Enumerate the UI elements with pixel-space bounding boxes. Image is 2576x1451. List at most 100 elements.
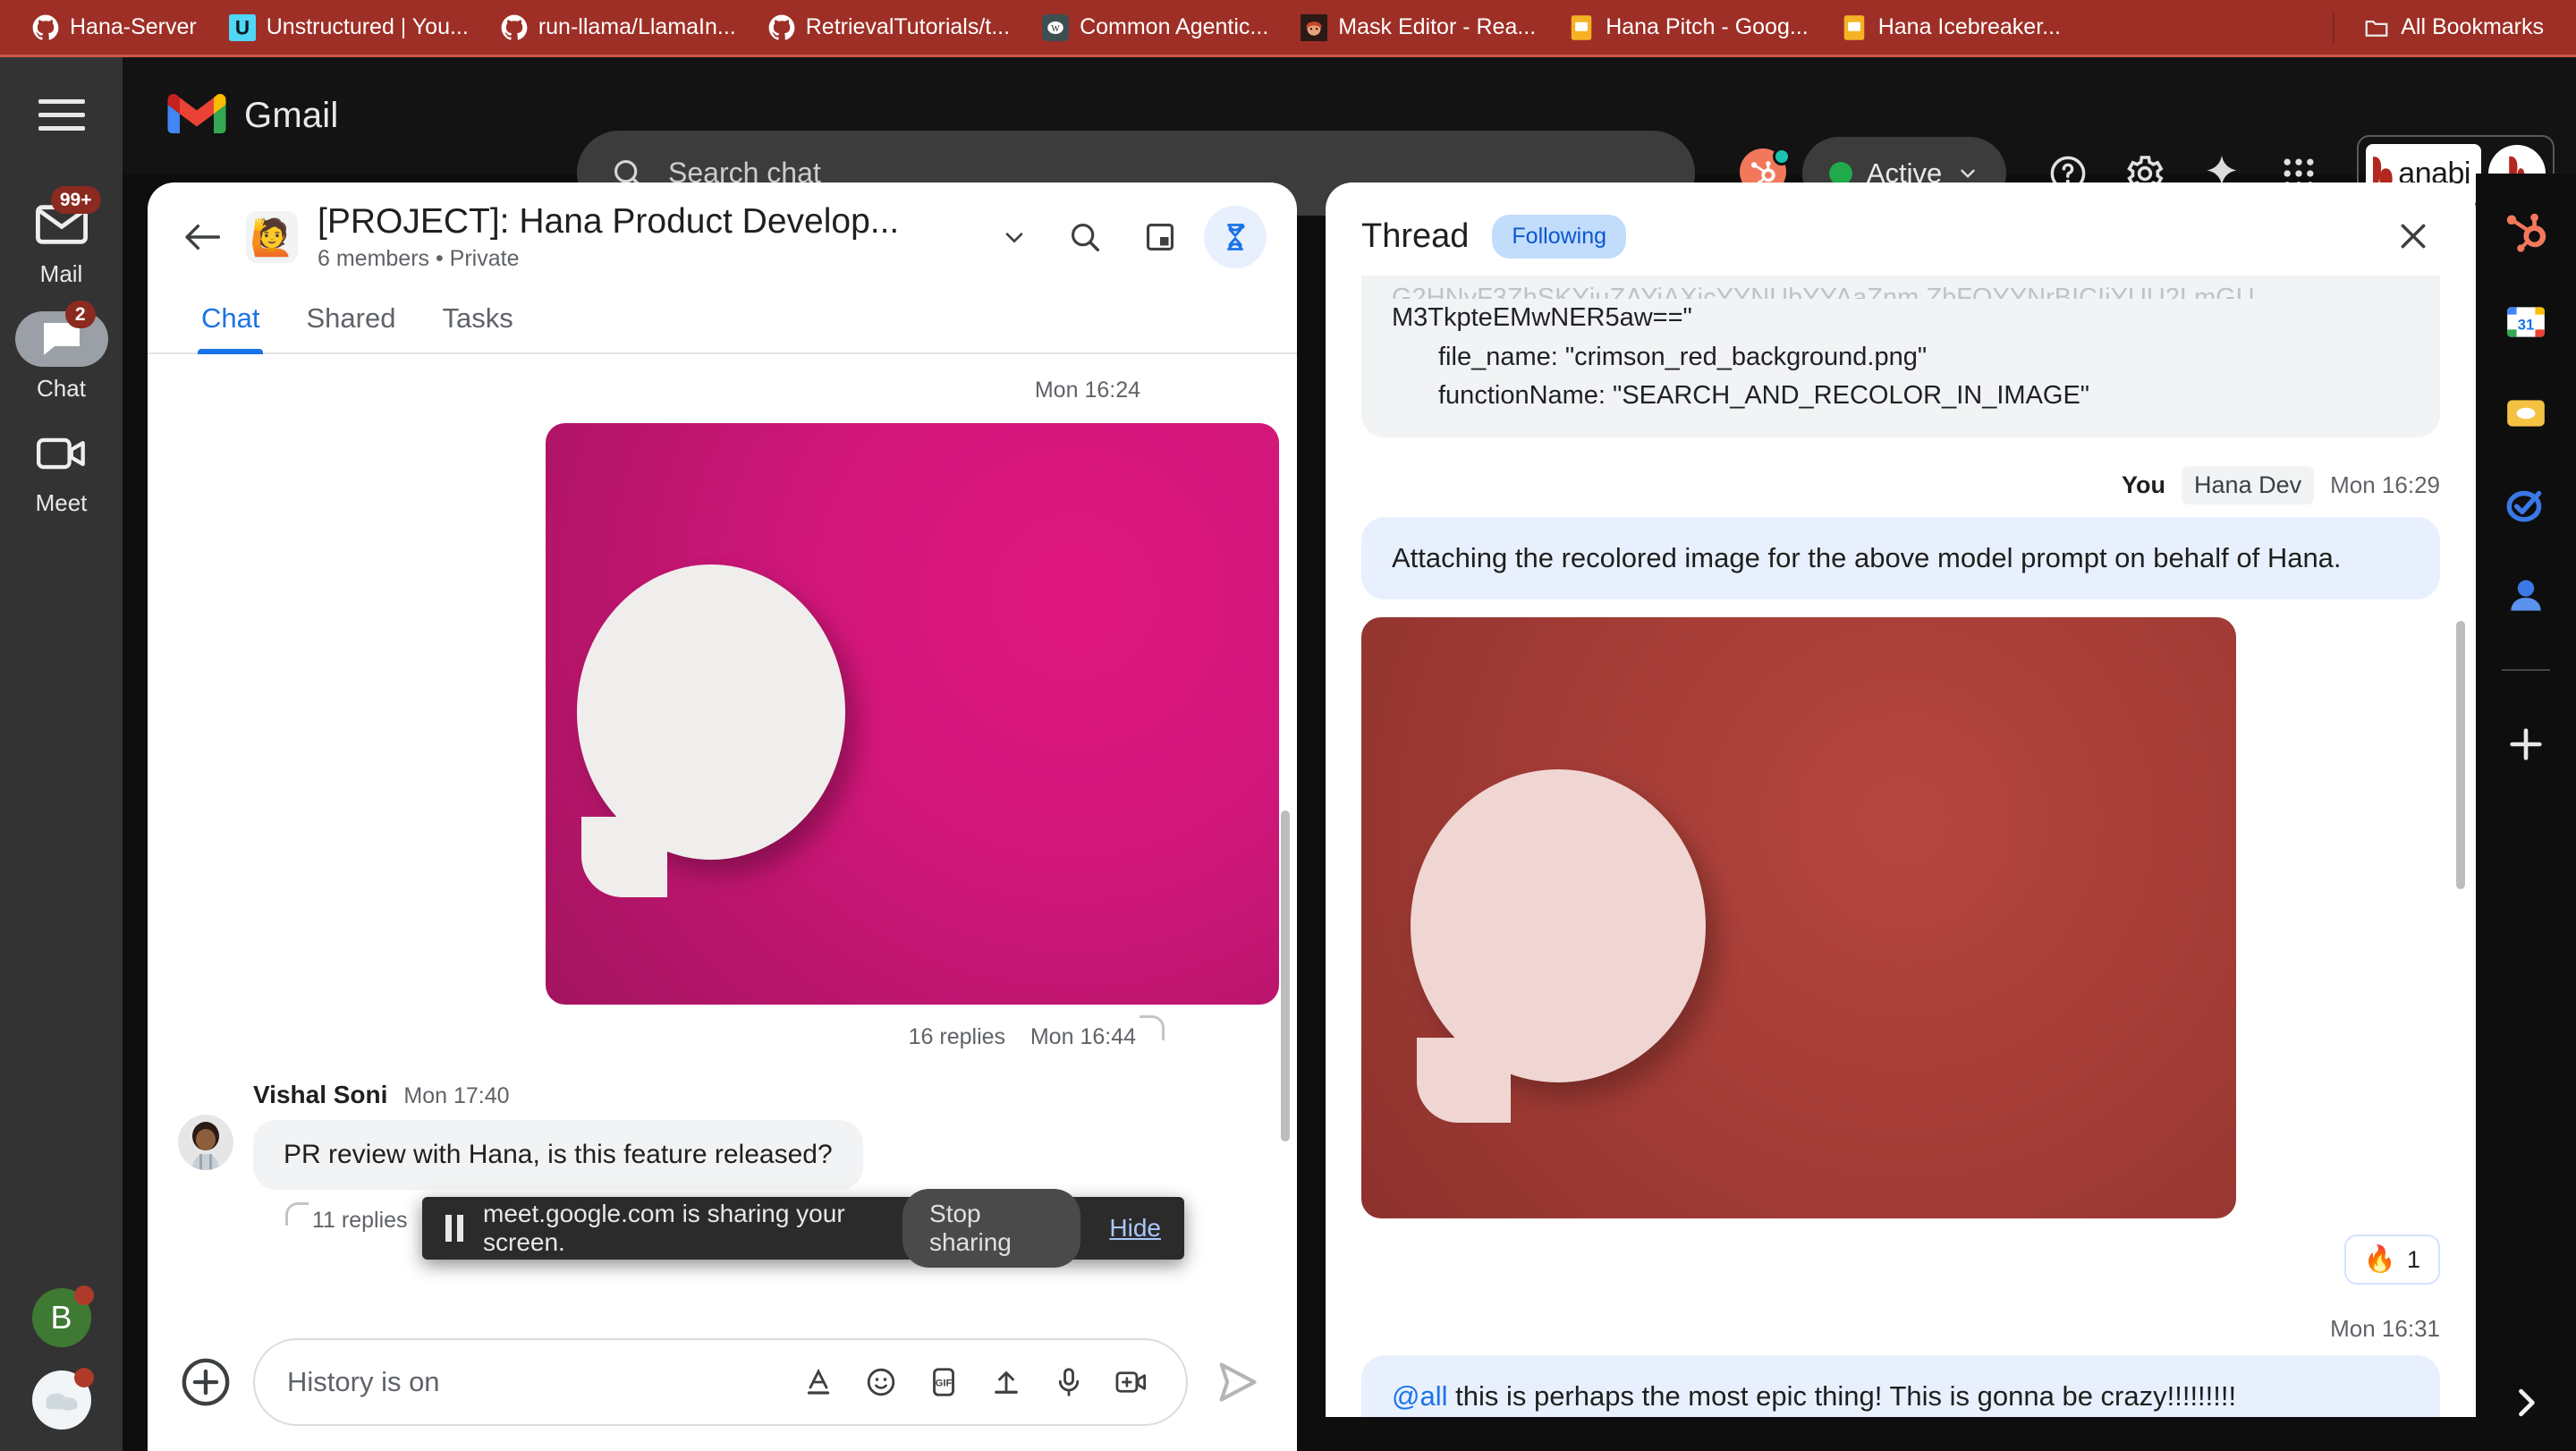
speech-bubble-tail — [1417, 1038, 1511, 1124]
speech-bubble-tail — [581, 817, 667, 897]
bookmark-item-2[interactable]: run-llama/LlamaIn... — [485, 0, 752, 56]
chat-search-button[interactable] — [1054, 206, 1116, 268]
space-menu-button[interactable] — [995, 217, 1034, 257]
bookmark-item-5[interactable]: Mask Editor - Rea... — [1284, 0, 1552, 56]
bookmark-divider — [2333, 12, 2335, 43]
bookmark-item-6[interactable]: Hana Pitch - Goog... — [1552, 0, 1825, 56]
bookmark-item-1[interactable]: U Unstructured | You... — [213, 0, 485, 56]
google-calendar-icon: 31 — [2507, 307, 2545, 337]
hide-toast-link[interactable]: Hide — [1109, 1214, 1161, 1243]
upload-button[interactable] — [979, 1354, 1034, 1410]
stop-sharing-button[interactable]: Stop sharing — [902, 1189, 1081, 1268]
send-button[interactable] — [1208, 1353, 1267, 1412]
thread-message-text-2[interactable]: @all this is perhaps the most epic thing… — [1361, 1355, 2440, 1417]
slides-icon — [1843, 14, 1864, 40]
expand-rail-button[interactable] — [2501, 1378, 2551, 1428]
main-menu-button[interactable] — [0, 57, 123, 174]
following-badge[interactable]: Following — [1492, 214, 1627, 259]
back-arrow-icon — [185, 225, 220, 250]
gmail-brand-label: Gmail — [244, 95, 339, 135]
thread-scrollbar[interactable] — [2456, 621, 2465, 889]
close-thread-button[interactable] — [2386, 209, 2440, 263]
contacts-icon[interactable] — [2501, 571, 2551, 621]
add-icon — [2510, 728, 2542, 760]
code-message[interactable]: G2HNvF3ZhSKYjuZAYiAXicYYNUbYYAaZnm.ZbFQY… — [1361, 276, 2440, 437]
microphone-icon — [1058, 1367, 1080, 1396]
avatar-icon — [1301, 13, 1328, 41]
tab-chat[interactable]: Chat — [178, 295, 283, 354]
slides-icon — [1571, 14, 1592, 40]
svg-text:W: W — [1051, 23, 1060, 33]
pink-speech-bubble-image[interactable] — [546, 423, 1279, 1005]
all-bookmarks-label: All Bookmarks — [2401, 14, 2544, 39]
reply-time: Mon 16:44 — [1030, 1024, 1136, 1049]
meet-icon — [36, 437, 85, 470]
bookmark-item-7[interactable]: Hana Icebreaker... — [1825, 0, 2077, 56]
add-app-button[interactable] — [2501, 719, 2551, 769]
message-input[interactable]: History is on GIF — [253, 1337, 1188, 1426]
tab-tasks[interactable]: Tasks — [419, 295, 536, 352]
pause-icon — [445, 1215, 463, 1242]
mail-unread-badge: 99+ — [50, 186, 101, 215]
sidebar-item-label: Chat — [37, 375, 86, 402]
hubspot-icon[interactable] — [2501, 206, 2551, 256]
keep-icon[interactable] — [2501, 388, 2551, 438]
tasks-icon[interactable] — [2501, 479, 2551, 530]
speech-bubble-body — [577, 564, 845, 860]
microphone-button[interactable] — [1041, 1354, 1097, 1410]
chat-unread-badge: 2 — [64, 301, 96, 329]
chat-scrollbar[interactable] — [1281, 810, 1290, 1141]
sidebar-item-label: Mail — [39, 260, 83, 287]
format-text-button[interactable] — [791, 1354, 846, 1410]
bookmark-item-0[interactable]: Hana-Server — [16, 0, 213, 56]
chat-image-message[interactable] — [148, 403, 1297, 1005]
chat-daymark: Mon 16:24 — [1034, 378, 1140, 403]
hamburger-icon — [38, 99, 85, 132]
bookmark-item-3[interactable]: RetrievalTutorials/t... — [752, 0, 1026, 56]
thread-message-text[interactable]: Attaching the recolored image for the ab… — [1361, 516, 2440, 600]
code-clipped-line: G2HNvF3ZhSKYjuZAYiAXicYYNUbYYAaZnm.ZbFQY… — [1392, 284, 2255, 299]
mail-icon-wrap: 99+ — [15, 186, 108, 252]
weather-avatar[interactable] — [31, 1368, 94, 1430]
hubspot-sprocket-icon — [2506, 213, 2546, 252]
search-icon — [1071, 223, 1099, 251]
reaction-chip[interactable]: 🔥 1 — [2343, 1235, 2440, 1286]
reply-count: 16 replies — [908, 1024, 1006, 1049]
emoji-button[interactable] — [853, 1354, 909, 1410]
left-rail: 99+ Mail 2 Chat Meet B — [0, 174, 123, 1451]
hourglass-button[interactable] — [1204, 206, 1267, 268]
gmail-brand[interactable]: Gmail — [167, 93, 338, 138]
reaction-emoji: 🔥 — [2363, 1245, 2396, 1275]
avatar-notification-dot — [73, 1286, 94, 1305]
all-bookmarks-button[interactable]: All Bookmarks — [2347, 0, 2560, 56]
sidebar-item-chat[interactable]: 2 Chat — [0, 301, 123, 403]
add-icon — [182, 1358, 230, 1405]
sidebar-item-meet[interactable]: Meet — [0, 426, 123, 517]
crimson-red-speech-bubble-image[interactable] — [1361, 617, 2236, 1219]
open-in-panel-button[interactable] — [1129, 206, 1191, 268]
avatar-initial: B — [50, 1299, 72, 1336]
sidebar-item-mail[interactable]: 99+ Mail — [0, 186, 123, 288]
add-attachment-button[interactable] — [178, 1354, 233, 1410]
back-button[interactable] — [178, 213, 226, 261]
bookmark-label: Hana Pitch - Goog... — [1606, 14, 1809, 39]
message-text[interactable]: PR review with Hana, is this feature rel… — [253, 1120, 863, 1190]
tab-shared[interactable]: Shared — [283, 295, 419, 352]
chat-message-list[interactable]: Mon 16:24 16 replies Mon 16:44 Vishal So… — [148, 354, 1297, 1325]
thread-header: Thread Following — [1326, 182, 2476, 263]
video-message-button[interactable] — [1104, 1354, 1159, 1410]
calendar-icon[interactable]: 31 — [2501, 297, 2551, 347]
bookmark-label: run-llama/LlamaIn... — [538, 14, 736, 39]
thread-message-list[interactable]: G2HNvF3ZhSKYjuZAYiAXicYYNUbYYAaZnm.ZbFQY… — [1326, 263, 2476, 1417]
user-avatar-b[interactable]: B — [31, 1286, 94, 1347]
mention-all[interactable]: @all — [1392, 1380, 1447, 1412]
thread-summary-image[interactable]: 16 replies Mon 16:44 — [148, 1005, 1297, 1050]
thread-curve-icon — [1140, 1015, 1165, 1040]
google-keep-icon — [2507, 400, 2545, 427]
bookmark-item-4[interactable]: W Common Agentic... — [1026, 0, 1284, 56]
space-avatar: 🙋 — [246, 211, 298, 263]
code-line-0: M3TkpteEMwNER5aw==" — [1392, 303, 1692, 332]
gif-button[interactable]: GIF — [916, 1354, 971, 1410]
avatar[interactable] — [178, 1115, 233, 1170]
send-icon — [1219, 1362, 1257, 1402]
